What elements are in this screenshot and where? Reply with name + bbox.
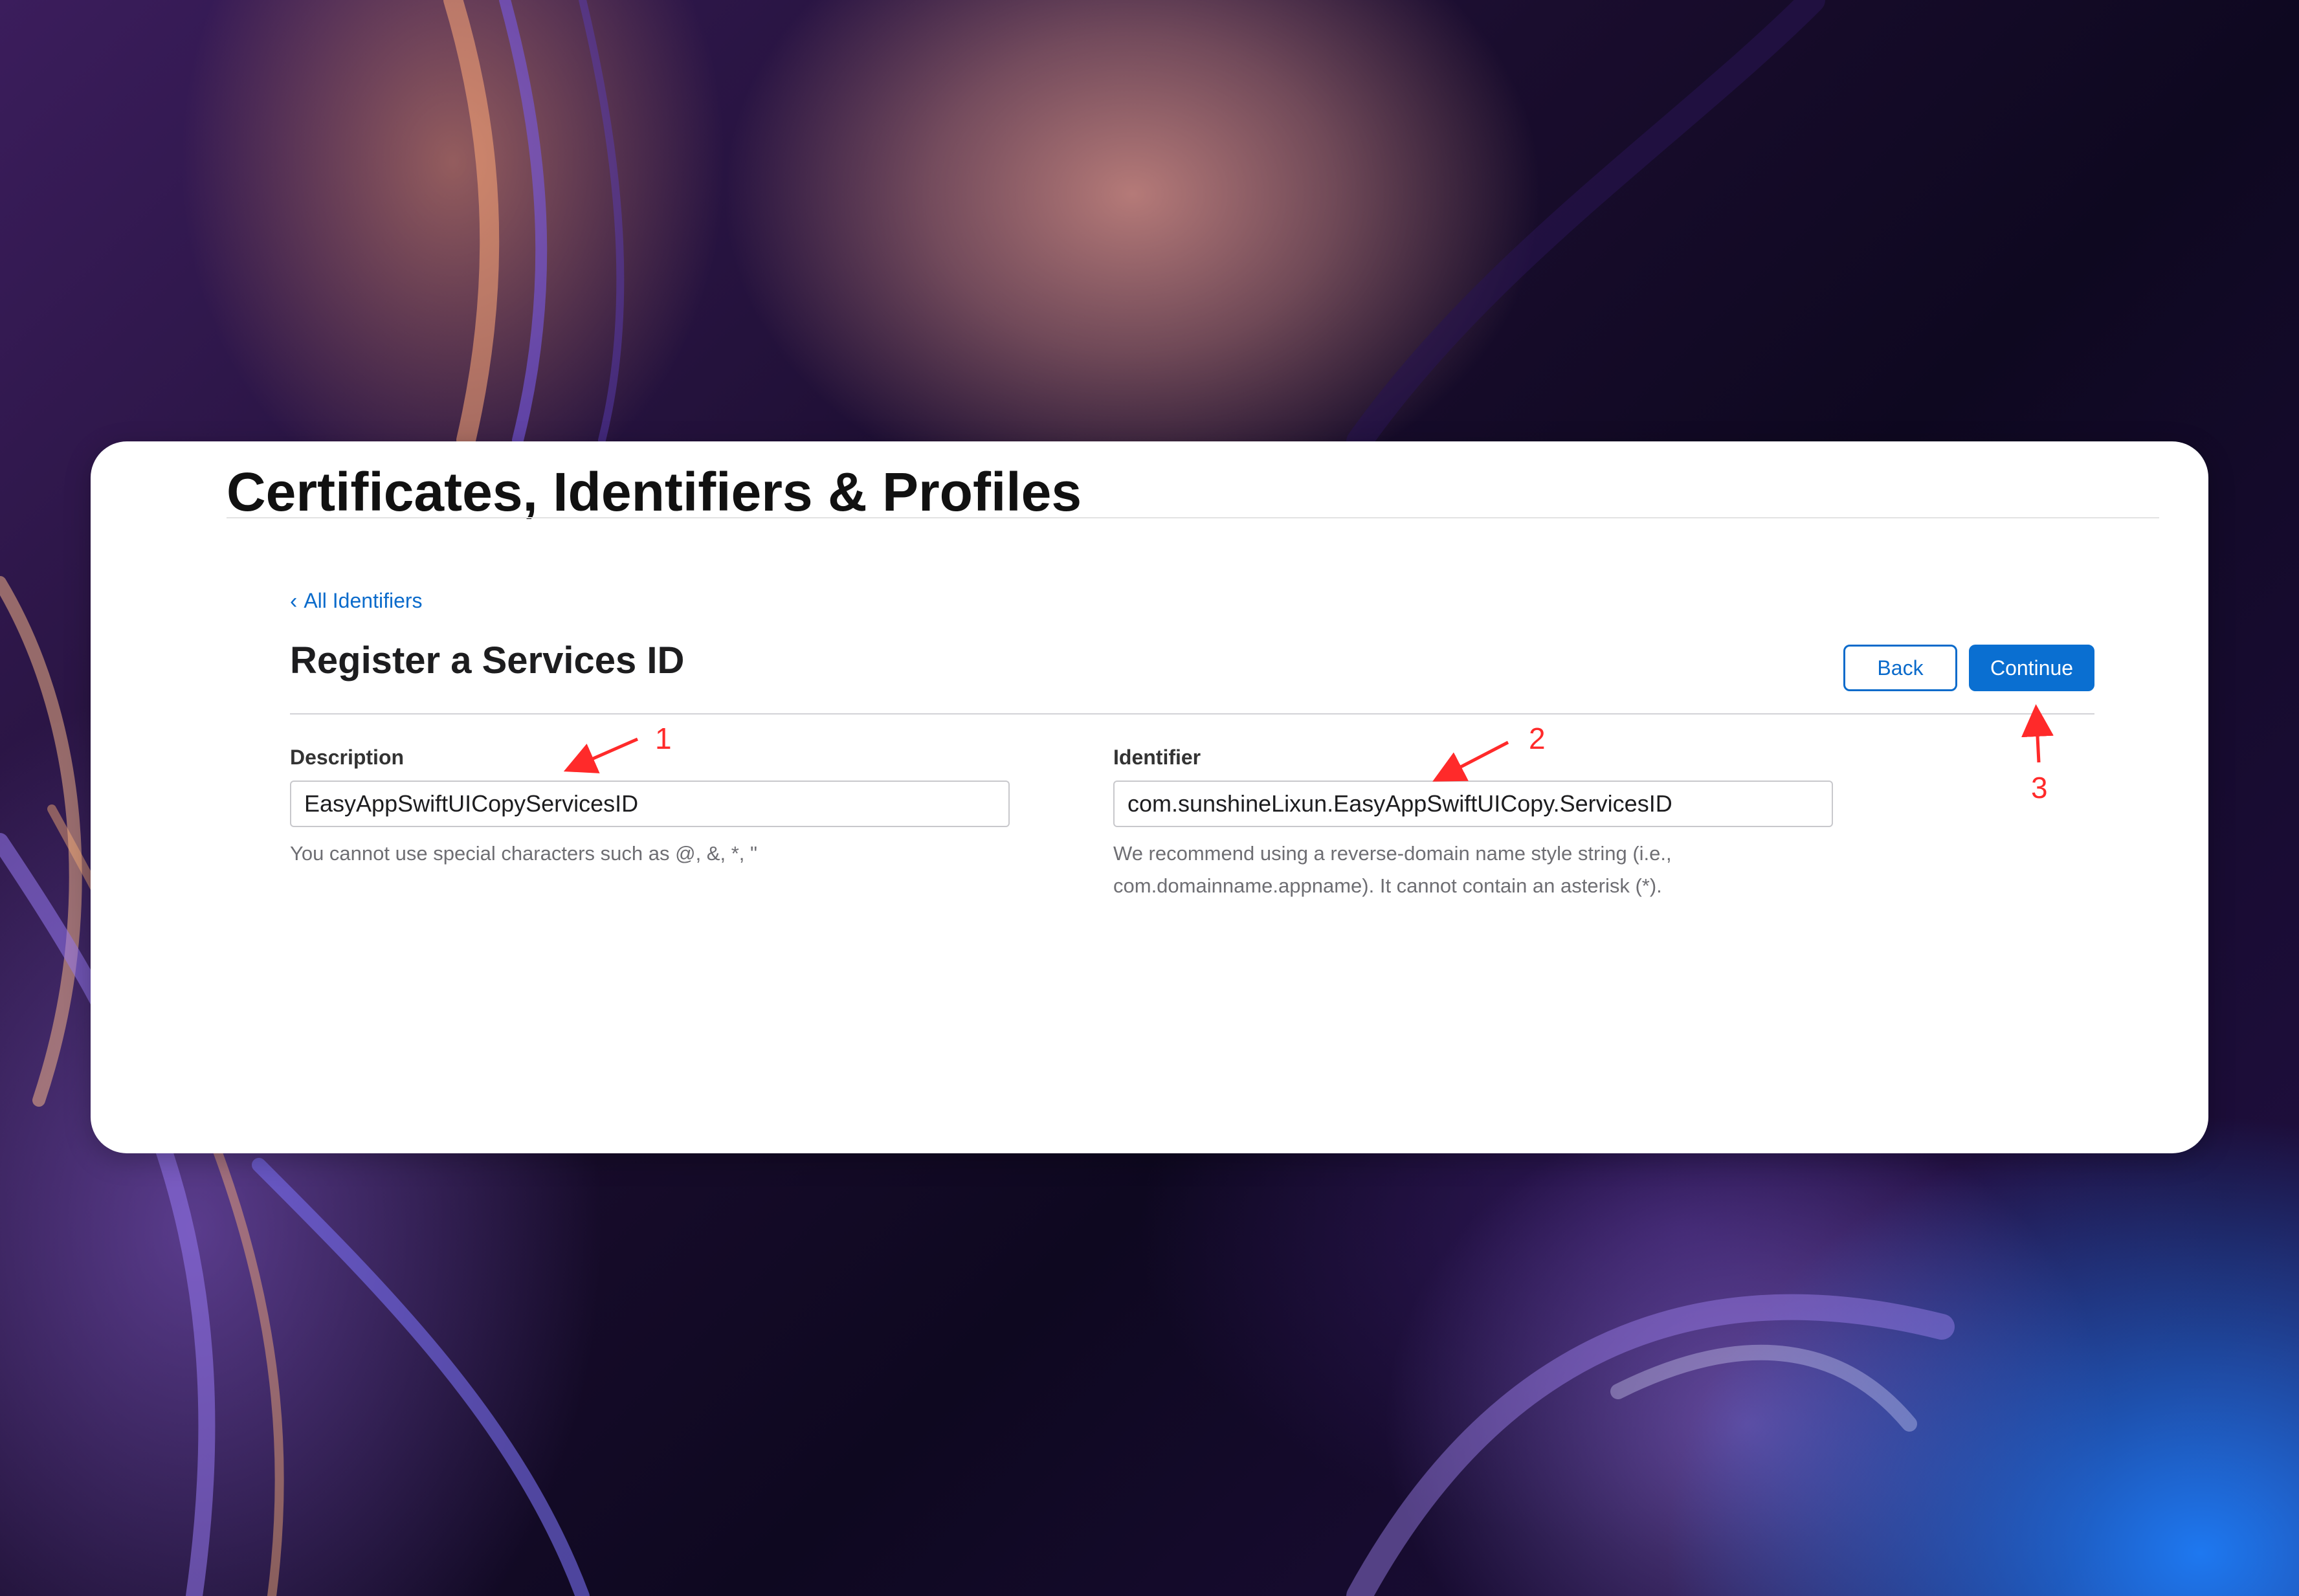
annotation-marker-3: 3 <box>2031 771 2048 804</box>
continue-button[interactable]: Continue <box>1969 645 2094 691</box>
back-button[interactable]: Back <box>1843 645 1957 691</box>
description-label: Description <box>290 746 405 769</box>
identifier-label: Identifier <box>1113 746 1201 769</box>
section-divider <box>290 713 2094 715</box>
annotation-marker-1: 1 <box>655 722 672 755</box>
title-divider <box>227 517 2159 518</box>
page-title: Certificates, Identifiers & Profiles <box>227 461 1082 522</box>
description-help-text: You cannot use special characters such a… <box>290 842 757 865</box>
section-title: Register a Services ID <box>290 639 685 682</box>
register-services-id-panel: Certificates, Identifiers & Profiles ‹ A… <box>91 441 2208 1153</box>
annotation-marker-2: 2 <box>1529 722 1546 755</box>
chevron-left-icon: ‹ <box>290 588 298 614</box>
all-identifiers-label: All Identifiers <box>304 589 423 612</box>
identifier-help-text: We recommend using a reverse-domain name… <box>1113 842 1672 897</box>
description-field[interactable] <box>290 781 1010 827</box>
identifier-field[interactable] <box>1113 781 1833 827</box>
all-identifiers-link[interactable]: ‹ All Identifiers <box>290 589 423 613</box>
